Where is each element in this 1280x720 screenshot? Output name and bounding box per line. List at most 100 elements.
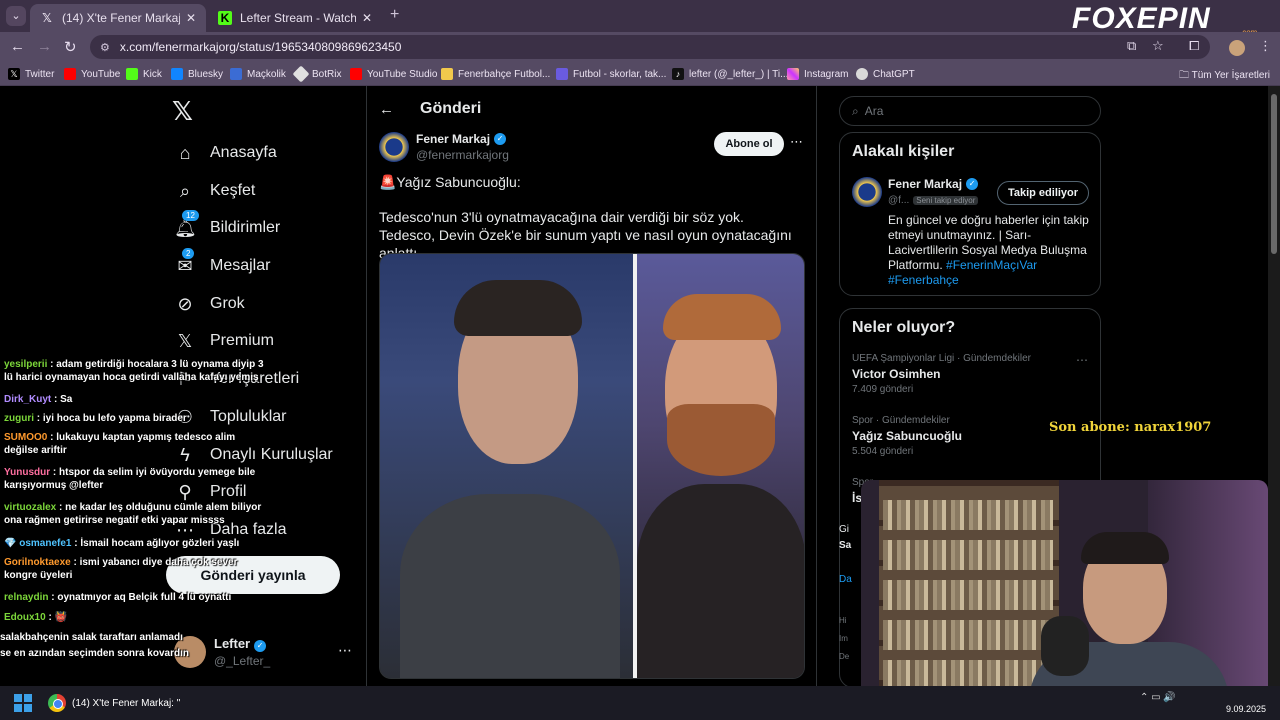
tweet-headline: 🚨Yağız Sabuncuoğlu: xyxy=(379,174,521,190)
sidebar-item-label: Premium xyxy=(210,332,275,349)
address-bar[interactable]: ⚙ x.com/fenermarkajorg/status/1965340809… xyxy=(90,35,1210,59)
install-icon[interactable]: ⧉ xyxy=(1127,38,1136,54)
bookmark-fenerbahce[interactable]: Fenerbahçe Futbol... xyxy=(441,68,550,80)
chat-message: virtuozalex : ne kadar leş olduğunu cüml… xyxy=(4,502,262,526)
tab-x-post[interactable]: 𝕏 (14) X'te Fener Markaj: "🚨Yağ ✕ xyxy=(30,4,206,32)
subscribe-button[interactable]: Abone ol xyxy=(714,132,784,156)
all-bookmarks-label: Tüm Yer İşaretleri xyxy=(1191,70,1270,81)
sidebar-item-explore[interactable]: ⌕ Keşfet xyxy=(174,176,255,206)
sidebar-item-grok[interactable]: ⊘ Grok xyxy=(174,289,244,319)
site-info-icon[interactable]: ⚙ xyxy=(100,41,110,54)
avatar[interactable] xyxy=(852,177,882,207)
hair-left xyxy=(454,280,582,336)
bookmark-instagram[interactable]: Instagram xyxy=(787,68,848,80)
trend-title: Victor Osimhen xyxy=(852,367,941,381)
taskbar-chrome-app[interactable]: (14) X'te Fener Markaj: " xyxy=(48,692,180,714)
new-tab-button[interactable]: + xyxy=(390,6,399,24)
bookmark-flashscore[interactable]: Futbol - skorlar, tak... xyxy=(556,68,666,80)
webcam-overlay xyxy=(861,480,1268,706)
chat-user: osmanefe1 xyxy=(19,538,72,549)
trend-count: 7.409 gönderi xyxy=(852,384,914,395)
following-button[interactable]: Takip ediliyor xyxy=(997,181,1089,205)
more-icon[interactable]: ⋯ xyxy=(338,642,352,659)
related-name[interactable]: Fener Markaj ✓ xyxy=(888,177,979,191)
grok-icon: ⊘ xyxy=(177,293,193,314)
chat-user: virtuozalex xyxy=(4,502,57,513)
menu-icon[interactable]: ⋮ xyxy=(1259,38,1272,54)
microphone xyxy=(1041,616,1089,676)
more-icon[interactable]: ⋯ xyxy=(1076,353,1088,367)
chat-message: Gorilnoktaexe : ismi yabancı diye daha ç… xyxy=(4,557,238,581)
chat-user: Yunusdur xyxy=(4,467,51,478)
close-icon[interactable]: ✕ xyxy=(362,11,372,25)
page-scrollbar[interactable] xyxy=(1268,86,1280,686)
sidebar-item-notifications[interactable]: 🔔︎ 12 Bildirimler xyxy=(174,209,281,243)
bookmark-botrix[interactable]: BotRix xyxy=(292,65,342,83)
chat-text: Sa xyxy=(60,394,73,405)
tab-kick-stream[interactable]: K Lefter Stream - Watch Live on K ✕ xyxy=(208,4,382,32)
bookmark-bluesky[interactable]: Bluesky xyxy=(171,68,223,80)
author-name-text: Fener Markaj xyxy=(416,132,491,146)
extensions-icon[interactable]: ⧠ xyxy=(1189,38,1199,54)
bookmarks-bar: 𝕏 Twitter YouTube Kick Bluesky Maçkolik B… xyxy=(0,62,1280,86)
author-name[interactable]: Fener Markaj ✓ xyxy=(416,132,507,146)
bookmark-youtube-studio[interactable]: YouTube Studio xyxy=(350,68,437,80)
forward-icon[interactable]: → xyxy=(37,38,52,55)
chat-text: se en azından seçimden sonra kovardın xyxy=(0,648,189,659)
bookmark-label: BotRix xyxy=(312,68,342,80)
shirt-right xyxy=(637,484,804,678)
bluesky-icon xyxy=(171,68,183,80)
back-arrow-icon[interactable]: ← xyxy=(379,101,394,118)
bookmark-twitter[interactable]: 𝕏 Twitter xyxy=(8,68,54,80)
photo-right xyxy=(637,254,804,678)
youtube-studio-icon xyxy=(350,68,362,80)
trend-category: UEFA Şampiyonlar Ligi · Gündemdekiler xyxy=(852,353,1031,364)
sidebar-item-messages[interactable]: ✉ 2 Mesajlar xyxy=(174,247,270,281)
system-tray[interactable]: ⌃ ▭ 🔊 xyxy=(1140,692,1176,703)
chat-message: Edoux10 : 👹 xyxy=(4,612,68,623)
trend-item[interactable]: Spor · Gündemdekiler Yağız Sabuncuoğlu 5… xyxy=(852,415,962,457)
trend-item[interactable]: UEFA Şampiyonlar Ligi · Gündemdekiler Vi… xyxy=(852,353,1031,395)
taskbar-date[interactable]: 9.09.2025 xyxy=(1226,704,1266,714)
bookmark-label: Fenerbahçe Futbol... xyxy=(458,68,551,80)
tweet-image[interactable] xyxy=(379,253,805,679)
botrix-icon xyxy=(292,65,310,83)
tab-search-button[interactable]: ⌄ xyxy=(6,6,26,26)
sidebar-item-premium[interactable]: 𝕏 Premium xyxy=(174,326,274,356)
bookmark-label: Bluesky xyxy=(188,68,224,80)
taskbar-app-title: (14) X'te Fener Markaj: " xyxy=(72,697,181,709)
brand-text: FOXEPIN xyxy=(1072,2,1211,35)
bookmark-kick[interactable]: Kick xyxy=(126,68,162,80)
chat-user: SUMOO0 xyxy=(4,432,48,443)
windows-start-icon[interactable] xyxy=(14,694,32,712)
bookmark-chatgpt[interactable]: ChatGPT xyxy=(856,68,915,80)
x-logo-icon[interactable]: 𝕏 xyxy=(172,96,193,127)
author-handle[interactable]: @fenermarkajorg xyxy=(416,148,509,162)
sidebar-item-home[interactable]: ⌂ Anasayfa xyxy=(174,138,277,168)
sidebar-item-label: Bildirimler xyxy=(210,219,281,236)
search-icon: ⌕ xyxy=(852,103,859,118)
bookmark-label: Twitter xyxy=(25,68,55,80)
bookmark-label: lefter (@_lefter_) | Ti... xyxy=(689,68,789,80)
bookmark-mackolik[interactable]: Maçkolik xyxy=(230,68,286,80)
chat-user: yesilperii xyxy=(4,359,48,370)
x-premium-icon: 𝕏 xyxy=(177,330,193,351)
mail-icon: ✉ 2 xyxy=(177,247,195,276)
back-icon[interactable]: ← xyxy=(10,38,25,55)
author-avatar[interactable] xyxy=(379,132,409,162)
related-name-text: Fener Markaj xyxy=(888,177,963,191)
books-row xyxy=(883,580,1053,610)
more-icon[interactable]: ⋯ xyxy=(790,134,803,150)
search-input[interactable]: ⌕ Ara xyxy=(839,96,1101,126)
chat-message: salakbahçenin salak taraftarı anlamadı xyxy=(0,631,262,644)
chat-message: se en azından seçimden sonra kovardın xyxy=(0,647,262,660)
reload-icon[interactable]: ↻ xyxy=(64,38,77,56)
bookmark-youtube[interactable]: YouTube xyxy=(64,68,120,80)
star-icon[interactable]: ☆ xyxy=(1152,38,1164,54)
profile-avatar[interactable] xyxy=(1229,40,1245,56)
all-bookmarks[interactable]: 🗀 Tüm Yer İşaretleri xyxy=(1179,68,1270,85)
bookmark-tiktok[interactable]: ♪ lefter (@_lefter_) | Ti... xyxy=(672,68,788,80)
bookmark-label: YouTube xyxy=(81,68,121,80)
close-icon[interactable]: ✕ xyxy=(186,11,196,25)
scrollbar-thumb[interactable] xyxy=(1271,94,1277,254)
